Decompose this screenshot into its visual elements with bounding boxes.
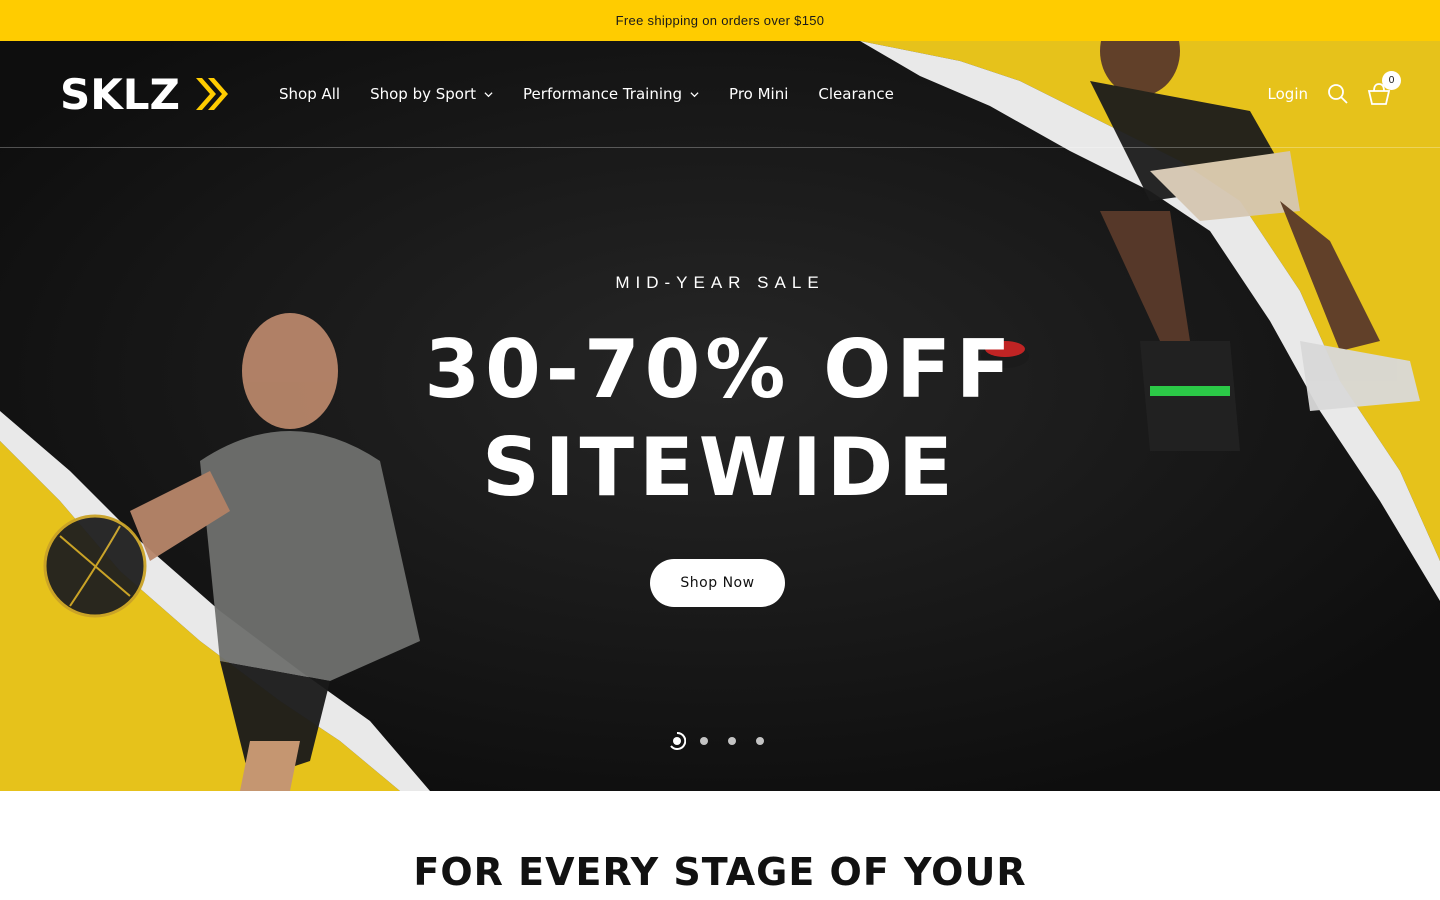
nav-shop-by-sport[interactable]: Shop by Sport <box>370 85 493 103</box>
hero-banner: MID-YEAR SALE 30-70% OFF SITEWIDE Shop N… <box>0 41 1440 791</box>
nav-label: Pro Mini <box>729 85 789 103</box>
hero-eyebrow: MID-YEAR SALE <box>615 273 825 292</box>
nav-shop-all[interactable]: Shop All <box>279 85 340 103</box>
nav-label: Shop by Sport <box>370 85 477 103</box>
slide-dot-4[interactable] <box>756 737 764 745</box>
nav-performance-training[interactable]: Performance Training <box>523 85 699 103</box>
hero-background-image <box>0 41 1440 791</box>
section-heading: FOR EVERY STAGE OF YOUR <box>413 850 1027 894</box>
chevron-down-icon <box>484 91 493 97</box>
nav-label: Clearance <box>818 85 894 103</box>
shop-now-button[interactable]: Shop Now <box>650 559 785 607</box>
search-icon[interactable] <box>1326 82 1350 106</box>
sklz-logo[interactable]: SKLZ <box>60 72 230 116</box>
cart-button[interactable]: 0 <box>1366 71 1401 107</box>
logo-text: SKLZ <box>60 72 180 116</box>
main-nav: Shop All Shop by Sport Performance Train… <box>279 41 924 147</box>
announcement-text: Free shipping on orders over $150 <box>615 13 825 28</box>
nav-label: Shop All <box>279 85 341 103</box>
slider-dots <box>668 731 784 750</box>
nav-clearance[interactable]: Clearance <box>818 85 893 103</box>
chevron-down-icon <box>690 91 699 97</box>
nav-label: Performance Training <box>523 85 683 103</box>
cart-count-badge: 0 <box>1382 71 1401 90</box>
slide-dot-1[interactable] <box>668 731 687 750</box>
slide-dot-3[interactable] <box>728 737 736 745</box>
login-link[interactable]: Login <box>1268 85 1308 103</box>
announcement-bar: Free shipping on orders over $150 <box>0 0 1440 41</box>
nav-pro-mini[interactable]: Pro Mini <box>729 85 788 103</box>
active-slide-progress-icon <box>670 731 687 750</box>
header-actions: Login 0 <box>1268 41 1402 147</box>
site-header: SKLZ Shop All Shop by Sport Performance … <box>0 41 1440 148</box>
hero-headline-line1: 30-70% OFF <box>424 323 1016 416</box>
slide-dot-2[interactable] <box>700 737 708 745</box>
hero-headline-line2: SITEWIDE <box>482 421 958 514</box>
